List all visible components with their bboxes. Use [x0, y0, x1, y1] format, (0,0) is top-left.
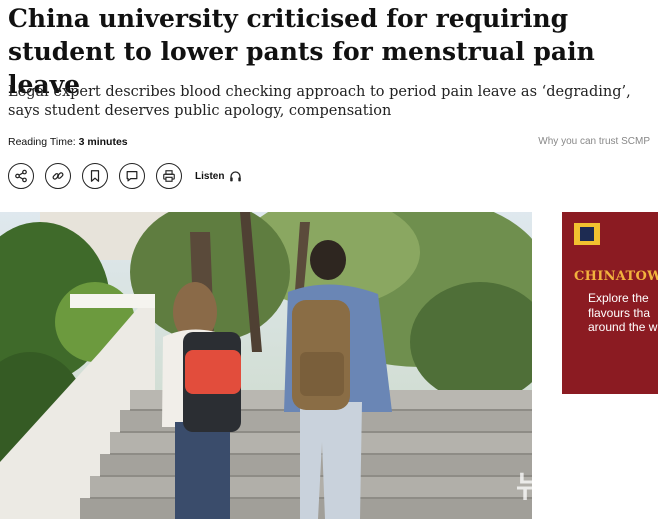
students-on-stairs-photo	[0, 212, 532, 519]
reading-time-value: 3 minutes	[78, 136, 128, 148]
bookmark-button[interactable]	[82, 163, 108, 189]
print-button[interactable]	[156, 163, 182, 189]
link-icon	[52, 172, 64, 180]
article-subheadline: Legal expert describes blood checking ap…	[8, 84, 631, 119]
scmp-logo-icon	[574, 223, 600, 245]
listen-button[interactable]: Listen	[195, 170, 242, 183]
share-button[interactable]	[8, 163, 34, 189]
copy-link-button[interactable]	[45, 163, 71, 189]
listen-label: Listen	[195, 170, 225, 182]
advertisement[interactable]: CHINATOW Explore the flavours tha around…	[562, 212, 658, 394]
headphones-icon	[230, 170, 242, 181]
reading-time-label: Reading Time:	[8, 136, 76, 148]
ad-title: CHINATOW	[574, 269, 658, 284]
hero-image	[0, 212, 532, 519]
news1-watermark: 뉴스	[516, 471, 574, 504]
ad-copy: Explore the flavours tha around the w	[588, 291, 658, 334]
news1-watermark-mark: 1	[592, 462, 646, 508]
trust-link[interactable]: Why you can trust SCMP	[538, 136, 650, 147]
reading-time: Reading Time: 3 minutes	[8, 136, 128, 148]
print-icon	[163, 170, 175, 182]
article-toolbar: Listen	[8, 162, 242, 190]
share-icon	[15, 169, 27, 183]
bookmark-icon	[90, 170, 100, 182]
comment-icon	[126, 171, 138, 182]
comment-button[interactable]	[119, 163, 145, 189]
